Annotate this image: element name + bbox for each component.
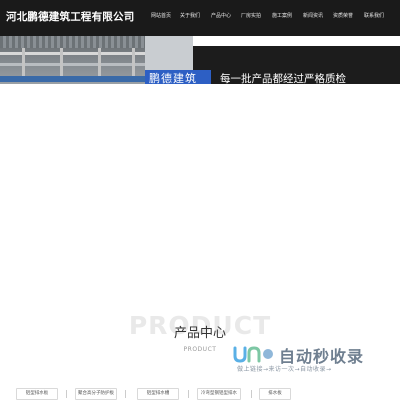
nav-item-contact[interactable]: 联系我们 xyxy=(364,12,384,19)
watermark-slogan: 做上链接→来访一次→自动收录→ xyxy=(237,366,332,373)
nav-item-factory[interactable]: 厂房实拍 xyxy=(241,12,261,19)
tab-product-category[interactable]: 排水板 xyxy=(259,388,291,400)
company-name[interactable]: 河北鹏德建筑工程有限公司 xyxy=(6,9,134,24)
tab-product-category[interactable]: 冷弯型钢铝型排水 xyxy=(197,388,241,400)
hero-caption: 每一批产品都经过严格质检 xyxy=(220,73,346,84)
nav-item-home[interactable]: 网站首页 xyxy=(151,12,171,19)
tab-separator xyxy=(251,390,252,398)
nav-item-products[interactable]: 产品中心 xyxy=(211,12,231,19)
hero-factory-image xyxy=(0,36,145,84)
watermark-logo: 自动秒收录 做上链接→来访一次→自动收录→ xyxy=(232,342,382,374)
product-category-tabs: 铝型排水板 聚合高分子防护板 铝型排水槽 冷弯型钢铝型排水 排水板 xyxy=(0,386,400,400)
nav-item-cases[interactable]: 施工案例 xyxy=(272,12,292,19)
hero-badge: 鹏德建筑 xyxy=(145,70,211,84)
tab-separator xyxy=(188,390,189,398)
nav-item-honors[interactable]: 资质荣誉 xyxy=(333,12,353,19)
nav-item-about[interactable]: 关于我们 xyxy=(180,12,200,19)
hero-white-strip xyxy=(193,36,400,46)
tab-product-category[interactable]: 铝型排水板 xyxy=(16,388,58,400)
factory-roof xyxy=(0,36,145,48)
main-nav: 网站首页 关于我们 产品中心 厂房实拍 施工案例 新闻资讯 资质荣誉 联系我们 xyxy=(143,0,400,36)
section-title: 产品中心 xyxy=(173,326,226,341)
tab-product-category[interactable]: 铝型排水槽 xyxy=(137,388,179,400)
watermark-logo-icon xyxy=(233,346,273,363)
tab-product-category[interactable]: 聚合高分子防护板 xyxy=(75,388,117,400)
factory-rack xyxy=(0,76,145,82)
tab-separator xyxy=(125,390,126,398)
top-header: 河北鹏德建筑工程有限公司 网站首页 关于我们 产品中心 厂房实拍 施工案例 新闻… xyxy=(0,0,400,36)
nav-item-news[interactable]: 新闻资讯 xyxy=(303,12,323,19)
tab-separator xyxy=(66,390,67,398)
